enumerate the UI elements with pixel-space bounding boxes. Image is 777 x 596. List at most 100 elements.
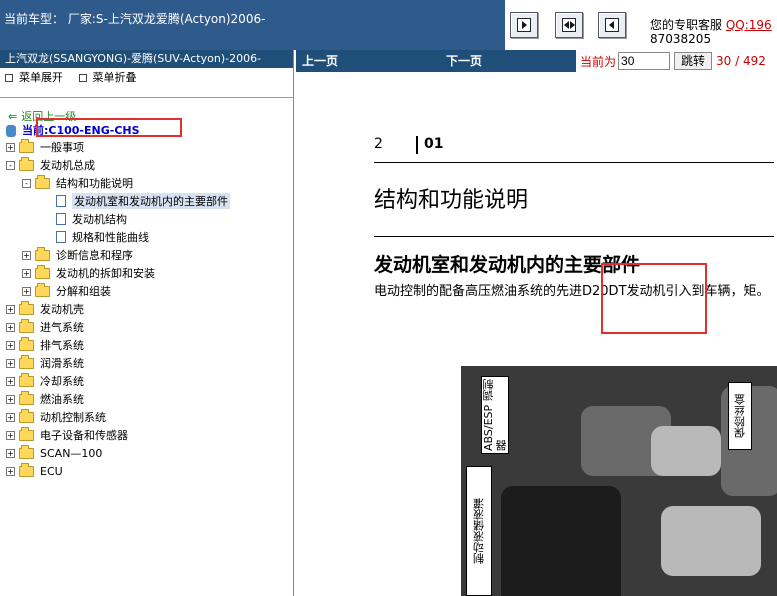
expand-node-icon[interactable]: + [6,322,15,332]
tree-item[interactable]: + 发动机壳 [6,300,84,318]
vehicle-value: 厂家:S-上汽双龙爱腾(Actyon)2006- [67,12,266,26]
highlight-box [36,118,182,137]
tree-item-label: 一般事项 [40,141,84,154]
expand-node-icon[interactable]: + [6,304,15,314]
tree-item-label: 分解和组装 [56,285,111,298]
folder-icon [19,372,34,387]
folder-icon [35,174,50,189]
sidebar-title: 上汽双龙(SSANGYONG)-爱腾(SUV-Actyon)-2006- [0,50,293,68]
collapse-left-button[interactable] [510,12,538,38]
tree-item[interactable]: + 发动机的拆卸和安装 [22,264,155,282]
support-qq-link[interactable]: QQ:196 [726,18,772,32]
vehicle-info: 当前车型： 厂家:S-上汽双龙爱腾(Actyon)2006- [0,0,505,50]
expand-node-icon[interactable]: + [6,430,15,440]
expand-node-icon[interactable]: + [6,142,15,152]
tree-item[interactable]: + 电子设备和传感器 [6,426,128,444]
tree-item[interactable]: - 发动机总成 [6,156,95,174]
current-page-label: 当前为 [580,54,617,69]
page-number: 2 [374,136,383,152]
tree-item[interactable]: + 润滑系统 [6,354,84,372]
tree-item-label: 进气系统 [40,321,84,334]
folder-icon [19,156,34,171]
tree-item[interactable]: + ECU [6,462,63,480]
folder-icon [19,354,34,369]
tree-item[interactable]: + 燃油系统 [6,390,84,408]
expand-node-icon[interactable]: + [6,412,15,422]
tree-item[interactable]: + 分解和组装 [22,282,111,300]
tree-item-label: 排气系统 [40,339,84,352]
tree-item-label: 动机控制系统 [40,411,106,424]
tree-item-label: 发动机的拆卸和安装 [56,267,155,280]
folder-icon [19,408,34,423]
tree-item-label: SCAN—100 [40,446,103,460]
tree-item[interactable]: + 一般事项 [6,138,84,156]
tree-item[interactable]: - 结构和功能说明 [22,174,133,192]
tree-item-label: ECU [40,464,63,478]
folder-icon [19,426,34,441]
photo-part [651,426,721,476]
sidebar: 上汽双龙(SSANGYONG)-爱腾(SUV-Actyon)-2006- 菜单展… [0,50,294,596]
highlight-box [601,263,707,334]
expand-node-icon[interactable]: + [6,466,15,476]
tree-item[interactable]: + 动机控制系统 [6,408,106,426]
page-controls: 当前为 跳转 30 / 492 [576,50,777,72]
menu-expand-button[interactable]: 菜单展开 [5,71,63,84]
folder-icon [19,462,34,477]
tree-item-label: 发动机壳 [40,303,84,316]
top-bar: 当前车型： 厂家:S-上汽双龙爱腾(Actyon)2006- 您的专职客服 QQ… [0,0,777,50]
folder-icon [35,246,50,261]
expand-node-icon[interactable]: + [6,358,15,368]
collapse-node-icon[interactable]: - [22,178,31,188]
expand-node-icon[interactable]: + [22,268,31,278]
jump-button[interactable]: 跳转 [674,52,713,70]
tree-item[interactable]: + 冷却系统 [6,372,84,390]
page-number-divider [416,136,418,154]
split-view-button[interactable] [555,12,583,38]
main-panel: 上一页 下一页 当前为 跳转 30 / 492 2 01 结构和功能说明 发动机… [296,50,777,596]
expand-node-icon[interactable]: + [6,340,15,350]
document-body: 电动控制的配备高压燃油系统的先进D20DT发动机引入到车辆，矩。 [374,284,770,299]
expand-node-icon[interactable]: + [22,286,31,296]
document-icon [56,231,66,243]
menu-collapse-button[interactable]: 菜单折叠 [78,71,137,84]
tree-item-label: 润滑系统 [40,357,84,370]
next-page-button[interactable]: 下一页 [446,50,482,72]
page-number-input[interactable] [618,52,671,70]
section-number: 01 [424,136,444,152]
database-icon [6,125,16,137]
document-title: 结构和功能说明 [374,188,529,213]
tree-item[interactable]: + 诊断信息和程序 [22,246,133,264]
tree-item-label: 电子设备和传感器 [40,429,128,442]
tree-item[interactable]: 发动机结构 [56,210,127,228]
folder-icon [19,336,34,351]
collapse-right-icon [605,18,619,32]
expand-node-icon[interactable]: + [22,250,31,260]
menu-options: 菜单展开 菜单折叠 [0,68,293,88]
tree-item[interactable]: 规格和性能曲线 [56,228,149,246]
callout-brake-fluid: 制动液储液灌 [466,466,492,596]
collapse-node-icon[interactable]: - [6,160,15,170]
document-icon [56,195,66,207]
tree-item-label: 结构和功能说明 [56,177,133,190]
tree-item-label: 发动机室和发动机内的主要部件 [72,193,230,209]
support-info: 您的专职客服 QQ:196 87038205 [650,18,772,46]
tree-item-label: 发动机总成 [40,159,95,172]
header-rule [374,162,774,163]
document-view: 2 01 结构和功能说明 发动机室和发动机内的主要部件 电动控制的配备高压燃油系… [296,72,777,596]
tree-item[interactable]: + SCAN—100 [6,444,102,462]
tree-item[interactable]: + 进气系统 [6,318,84,336]
prev-page-button[interactable]: 上一页 [302,50,338,72]
tree-item[interactable]: 发动机室和发动机内的主要部件 [56,192,230,210]
support-label: 您的专职客服 [650,18,723,32]
expand-node-icon[interactable]: + [6,394,15,404]
expand-node-icon[interactable]: + [6,448,15,458]
photo-part [501,486,621,596]
expand-node-icon[interactable]: + [6,376,15,386]
tree-item[interactable]: + 排气系统 [6,336,84,354]
callout-fuse-box: 保险丝盒 [728,382,752,450]
collapse-right-button[interactable] [598,12,626,38]
folder-icon [19,390,34,405]
tree-item-label: 燃油系统 [40,393,84,406]
folder-icon [19,138,34,153]
folder-icon [19,444,34,459]
